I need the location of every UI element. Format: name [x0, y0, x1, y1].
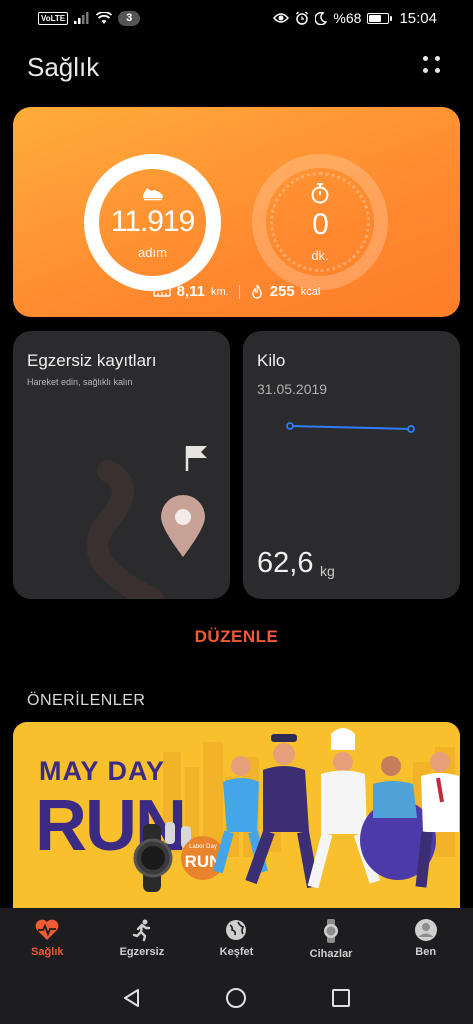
recommendations-heading: ÖNERİLENLER	[27, 692, 146, 709]
activity-summary-card[interactable]: 11.919 adım 0 dk. 8,11 km. 255 kcal	[13, 107, 460, 317]
watch-icon	[324, 919, 339, 943]
exercise-card-subtitle: Hareket edin, sağlıklı kalın	[27, 377, 133, 387]
exercise-card-title: Egzersiz kayıtları	[27, 351, 157, 370]
nav-label: Keşfet	[219, 946, 254, 958]
weight-point	[286, 422, 294, 430]
exercise-records-card[interactable]: Egzersiz kayıtları Hareket edin, sağlıkl…	[13, 331, 230, 599]
route-map-illustration	[86, 446, 207, 599]
banner-illustration: MAY DAY RUN Labor Day RUN	[35, 728, 459, 892]
weight-card-title: Kilo	[257, 351, 286, 370]
recents-icon[interactable]	[330, 987, 352, 1009]
run-badge-small: Labor Day	[189, 844, 217, 850]
page-title: Sağlık	[27, 52, 100, 82]
home-icon[interactable]	[225, 987, 247, 1009]
distance-unit: km.	[211, 285, 229, 298]
nav-label: Cihazlar	[309, 948, 353, 960]
weight-point	[407, 425, 415, 433]
more-dot-icon	[423, 56, 428, 61]
weight-trend-line	[289, 425, 412, 430]
bottom-navigation: Sağlık Egzersiz Keşfet Cihazlar Ben	[0, 908, 473, 972]
stats-divider	[238, 284, 240, 299]
person-icon	[414, 919, 437, 941]
weight-trend-chart	[286, 422, 415, 433]
distance-value: 8,11	[176, 283, 206, 300]
calories-unit: kcal	[300, 285, 321, 298]
steps-ring[interactable]: 11.919 adım	[84, 154, 221, 291]
weight-card[interactable]: Kilo 31.05.2019 62,6 kg	[243, 331, 460, 599]
calories-value: 255	[269, 283, 295, 300]
may-day-run-banner[interactable]: MAY DAY RUN Labor Day RUN	[13, 722, 460, 908]
system-navigation-bar	[0, 972, 473, 1024]
heart-pulse-icon	[35, 919, 59, 940]
battery-percent: %68	[333, 10, 362, 26]
more-dot-icon	[435, 56, 440, 61]
nav-tab-health[interactable]: Sağlık	[0, 908, 95, 972]
volte-indicator: VoLTE	[38, 11, 69, 25]
more-dot-icon	[435, 68, 440, 73]
runner-icon	[132, 919, 151, 942]
moon-icon	[315, 11, 328, 25]
nav-label: Sağlık	[31, 946, 64, 958]
calories-stat: 255 kcal	[250, 283, 321, 300]
edit-cards-button[interactable]: DÜZENLE	[0, 627, 473, 647]
globe-icon	[226, 920, 247, 940]
ruler-icon	[152, 286, 171, 297]
nav-tab-me[interactable]: Ben	[378, 908, 473, 972]
clock: 15:04	[399, 9, 437, 27]
activity-stats-row: 8,11 km. 255 kcal	[13, 283, 460, 300]
weight-value: 62,6	[257, 547, 314, 579]
steps-unit: adım	[138, 245, 167, 260]
more-options-button[interactable]	[423, 56, 445, 78]
alarm-icon	[296, 11, 309, 25]
runners-illustration	[213, 728, 459, 889]
nav-label: Egzersiz	[119, 946, 165, 958]
banner-headline: MAY DAY	[39, 756, 165, 786]
back-icon[interactable]	[121, 987, 143, 1009]
battery-icon	[367, 12, 393, 24]
status-bar: VoLTE 3 %68 15:04	[0, 0, 473, 36]
active-time-unit: dk.	[311, 247, 329, 263]
wifi-icon	[96, 12, 113, 24]
nav-label: Ben	[415, 946, 437, 958]
flag-icon	[185, 446, 207, 471]
eye-icon	[273, 13, 290, 23]
weight-unit: kg	[320, 563, 335, 579]
flame-icon	[252, 284, 262, 299]
nav-tab-devices[interactable]: Cihazlar	[284, 908, 379, 972]
more-dot-icon	[423, 68, 428, 73]
notification-count-badge: 3	[118, 10, 141, 26]
location-pin-icon	[161, 495, 205, 557]
shoe-icon	[142, 188, 163, 201]
steps-value: 11.919	[110, 205, 196, 238]
active-time-ring[interactable]: 0 dk.	[252, 154, 388, 290]
distance-stat: 8,11 km.	[152, 283, 229, 300]
nav-tab-exercise[interactable]: Egzersiz	[95, 908, 190, 972]
stopwatch-icon	[311, 182, 329, 203]
active-time-value: 0	[312, 207, 329, 241]
signal-icon	[74, 12, 89, 24]
weight-date: 31.05.2019	[257, 381, 328, 397]
nav-tab-discover[interactable]: Keşfet	[189, 908, 284, 972]
